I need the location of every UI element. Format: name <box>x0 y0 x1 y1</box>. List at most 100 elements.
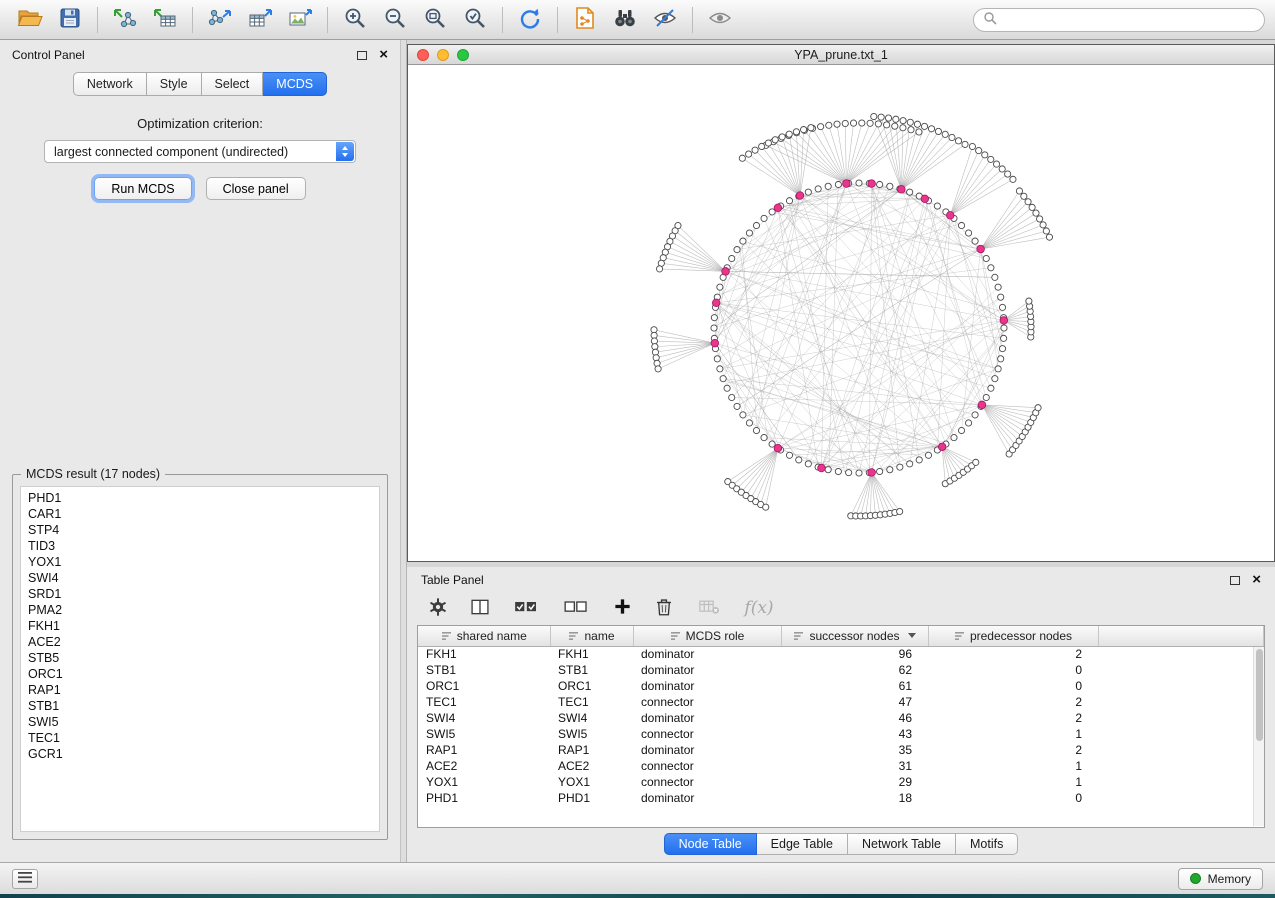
tab-motifs[interactable]: Motifs <box>956 833 1018 855</box>
node-table-body: FKH1FKH1dominator962STB1STB1dominator620… <box>418 646 1264 806</box>
export-image-button[interactable] <box>280 4 320 36</box>
mcds-result-title: MCDS result (17 nodes) <box>21 467 165 481</box>
tab-edge-table[interactable]: Edge Table <box>757 833 848 855</box>
tab-style[interactable]: Style <box>147 72 202 96</box>
show-columns-button[interactable] <box>467 595 493 621</box>
import-network-button[interactable] <box>105 4 145 36</box>
clone-network-icon <box>574 6 596 33</box>
table-row[interactable]: ORC1ORC1dominator610 <box>418 678 1264 694</box>
table-row[interactable]: SWI5SWI5connector431 <box>418 726 1264 742</box>
table-row[interactable]: YOX1YOX1connector291 <box>418 774 1264 790</box>
mcds-result-item[interactable]: STP4 <box>28 522 379 538</box>
tab-select[interactable]: Select <box>202 72 264 96</box>
deselect-all-icon <box>561 597 591 620</box>
search-input[interactable] <box>1003 13 1255 27</box>
table-row[interactable]: RAP1RAP1dominator352 <box>418 742 1264 758</box>
close-table-panel-icon[interactable]: × <box>1252 575 1261 585</box>
tab-mcds[interactable]: MCDS <box>263 72 327 96</box>
column-header-predecessor-nodes[interactable]: predecessor nodes <box>928 626 1098 646</box>
table-row[interactable]: TEC1TEC1connector472 <box>418 694 1264 710</box>
column-header-mcds-role[interactable]: MCDS role <box>633 626 781 646</box>
mcds-result-item[interactable]: SWI5 <box>28 714 379 730</box>
mcds-result-item[interactable]: SRD1 <box>28 586 379 602</box>
tab-node-table[interactable]: Node Table <box>664 833 757 855</box>
network-canvas[interactable] <box>408 65 1274 561</box>
deselect-all-rows-button[interactable] <box>559 595 593 621</box>
column-header-shared-name[interactable]: shared name <box>418 626 550 646</box>
mcds-result-item[interactable]: ACE2 <box>28 634 379 650</box>
status-bar: Memory <box>0 862 1275 894</box>
search-icon <box>983 11 997 28</box>
mcds-result-item[interactable]: YOX1 <box>28 554 379 570</box>
zoom-fit-icon <box>423 6 447 33</box>
column-header-successor-nodes[interactable]: successor nodes <box>781 626 928 646</box>
mcds-result-item[interactable]: TID3 <box>28 538 379 554</box>
sort-chevron-icon <box>908 633 916 638</box>
column-header-name[interactable]: name <box>550 626 633 646</box>
tab-network[interactable]: Network <box>73 72 147 96</box>
optimization-criterion-select[interactable]: largest connected component (undirected) <box>44 140 356 163</box>
right-column: YPA_prune.txt_1 Table Panel × <box>407 40 1275 862</box>
memory-button[interactable]: Memory <box>1178 868 1263 890</box>
main-area: Control Panel × Network Style Select MCD… <box>0 40 1275 862</box>
column-header-filler <box>1098 626 1264 646</box>
mcds-result-item[interactable]: STB5 <box>28 650 379 666</box>
mcds-result-item[interactable]: GCR1 <box>28 746 379 762</box>
table-row[interactable]: SWI4SWI4dominator462 <box>418 710 1264 726</box>
export-table-button[interactable] <box>240 4 280 36</box>
control-panel-title: Control Panel <box>12 48 85 62</box>
tab-network-table[interactable]: Network Table <box>848 833 956 855</box>
selected-option-label: largest connected component (undirected) <box>54 145 288 159</box>
save-session-button[interactable] <box>50 4 90 36</box>
open-session-button[interactable] <box>10 4 50 36</box>
mcds-result-item[interactable]: CAR1 <box>28 506 379 522</box>
mcds-result-item[interactable]: FKH1 <box>28 618 379 634</box>
window-close-icon[interactable] <box>417 49 429 61</box>
export-network-button[interactable] <box>200 4 240 36</box>
zoom-selected-button[interactable] <box>455 4 495 36</box>
table-settings-button[interactable] <box>425 595 451 621</box>
refresh-view-button[interactable] <box>510 4 550 36</box>
mcds-result-item[interactable]: SWI4 <box>28 570 379 586</box>
mcds-result-item[interactable]: ORC1 <box>28 666 379 682</box>
select-all-rows-button[interactable] <box>509 595 543 621</box>
table-row[interactable]: ACE2ACE2connector311 <box>418 758 1264 774</box>
table-scrollbar[interactable] <box>1253 647 1264 826</box>
export-table-icon <box>247 7 273 32</box>
float-table-panel-icon[interactable] <box>1230 576 1240 585</box>
table-scrollbar-thumb[interactable] <box>1256 649 1263 741</box>
mcds-result-list[interactable]: PHD1CAR1STP4TID3YOX1SWI4SRD1PMA2FKH1ACE2… <box>20 486 380 832</box>
mcds-result-item[interactable]: RAP1 <box>28 682 379 698</box>
float-panel-icon[interactable] <box>357 51 367 60</box>
table-row[interactable]: FKH1FKH1dominator962 <box>418 646 1264 662</box>
main-toolbar <box>0 0 1275 40</box>
zoom-out-button[interactable] <box>375 4 415 36</box>
clone-network-button[interactable] <box>565 4 605 36</box>
import-table-button[interactable] <box>145 4 185 36</box>
run-mcds-button[interactable]: Run MCDS <box>94 177 191 200</box>
panel-splitter[interactable] <box>400 40 407 862</box>
zoom-in-button[interactable] <box>335 4 375 36</box>
network-window-titlebar[interactable]: YPA_prune.txt_1 <box>408 45 1274 65</box>
table-row[interactable]: PHD1PHD1dominator180 <box>418 790 1264 806</box>
task-history-button[interactable] <box>12 869 38 889</box>
desktop-background-strip <box>0 894 1275 898</box>
show-all-button[interactable] <box>700 4 740 36</box>
hide-selected-button[interactable] <box>645 4 685 36</box>
table-row[interactable]: STB1STB1dominator620 <box>418 662 1264 678</box>
delete-rows-button[interactable] <box>651 595 677 621</box>
mcds-result-item[interactable]: TEC1 <box>28 730 379 746</box>
save-disk-icon <box>59 7 81 32</box>
mcds-result-item[interactable]: PMA2 <box>28 602 379 618</box>
add-row-button[interactable] <box>609 595 635 621</box>
network-view-window: YPA_prune.txt_1 <box>407 44 1275 562</box>
mcds-result-item[interactable]: STB1 <box>28 698 379 714</box>
window-minimize-icon[interactable] <box>437 49 449 61</box>
close-panel-icon[interactable]: × <box>379 50 388 60</box>
trash-icon <box>655 597 673 620</box>
mcds-result-item[interactable]: PHD1 <box>28 490 379 506</box>
zoom-fit-button[interactable] <box>415 4 455 36</box>
close-panel-button[interactable]: Close panel <box>206 177 306 200</box>
window-maximize-icon[interactable] <box>457 49 469 61</box>
search-network-button[interactable] <box>605 4 645 36</box>
